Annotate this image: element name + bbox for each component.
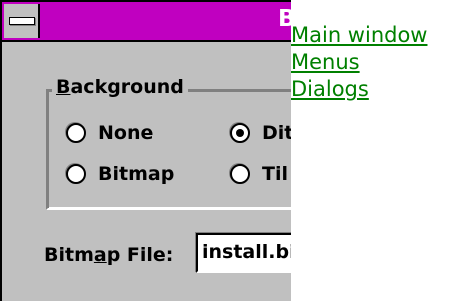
radio-button-icon <box>66 123 86 143</box>
help-links: Main window Menus Dialogs <box>291 22 427 103</box>
title-bar[interactable]: B <box>2 2 291 42</box>
background-groupbox <box>46 89 291 210</box>
radio-bitmap[interactable]: Bitmap <box>66 163 174 185</box>
minus-icon <box>9 17 35 25</box>
bitmap-file-input[interactable]: install.bi <box>196 233 291 273</box>
radio-tile-label: Til <box>262 163 288 185</box>
window-title: B <box>278 6 291 32</box>
radio-none-label: None <box>98 122 154 144</box>
radio-button-selected-icon <box>230 123 250 143</box>
radio-button-icon <box>66 164 86 184</box>
background-group-label: Background <box>52 76 188 98</box>
system-menu-button[interactable] <box>4 4 40 38</box>
radio-tile[interactable]: Til <box>230 163 288 185</box>
link-main-window[interactable]: Main window <box>291 22 427 49</box>
radio-dither-label: Dit <box>262 122 291 144</box>
link-menus[interactable]: Menus <box>291 49 427 76</box>
radio-bitmap-label: Bitmap <box>98 163 175 185</box>
bitmap-file-label: Bitmap File: <box>44 244 174 266</box>
radio-none[interactable]: None <box>66 122 153 144</box>
link-dialogs[interactable]: Dialogs <box>291 76 427 103</box>
radio-button-icon <box>230 164 250 184</box>
dialog-window: B Background None Dit Bitmap Til Bitmap … <box>0 0 291 301</box>
radio-dither[interactable]: Dit <box>230 122 291 144</box>
